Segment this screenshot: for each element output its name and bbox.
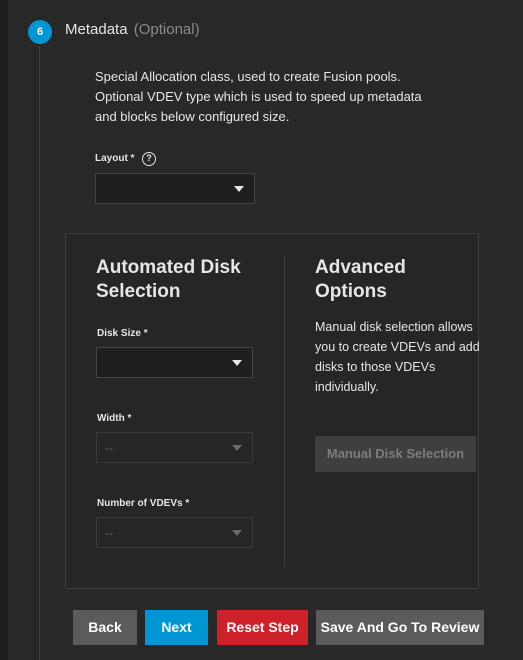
vdevs-select-value: -- xyxy=(105,526,113,540)
layout-select[interactable] xyxy=(95,173,255,204)
manual-disk-selection-button[interactable]: Manual Disk Selection xyxy=(315,436,476,472)
width-label: Width * xyxy=(97,413,132,424)
vdevs-label: Number of VDEVs * xyxy=(97,498,190,509)
next-button[interactable]: Next xyxy=(145,610,208,645)
disk-size-select[interactable] xyxy=(96,347,253,378)
chevron-down-icon xyxy=(232,360,242,366)
step-description: Special Allocation class, used to create… xyxy=(95,69,422,124)
save-and-review-button[interactable]: Save And Go To Review xyxy=(316,610,484,645)
step-title: Metadata xyxy=(65,21,128,38)
step-header[interactable]: Metadata (Optional) xyxy=(65,21,200,38)
width-select[interactable]: -- xyxy=(96,432,253,463)
vdevs-select[interactable]: -- xyxy=(96,517,253,548)
advanced-options-title: Advanced Options xyxy=(315,257,406,302)
width-select-value: -- xyxy=(105,441,113,455)
back-button[interactable]: Back xyxy=(73,610,137,645)
layout-label: Layout * xyxy=(95,153,135,164)
help-icon[interactable]: ? xyxy=(142,152,156,166)
chevron-down-icon xyxy=(232,530,242,536)
reset-step-button[interactable]: Reset Step xyxy=(217,610,308,645)
automated-selection-title: Automated Disk Selection xyxy=(96,257,241,302)
card-divider xyxy=(284,255,285,567)
stepper-connector-line xyxy=(39,46,40,660)
chevron-down-icon xyxy=(234,186,244,192)
step-optional-label: (Optional) xyxy=(133,21,200,38)
advanced-options-description: Manual disk selection allows you to crea… xyxy=(315,320,480,394)
disk-size-label: Disk Size * xyxy=(97,328,148,339)
step-number-badge[interactable]: 6 xyxy=(28,20,52,44)
left-rail xyxy=(0,0,8,660)
chevron-down-icon xyxy=(232,445,242,451)
